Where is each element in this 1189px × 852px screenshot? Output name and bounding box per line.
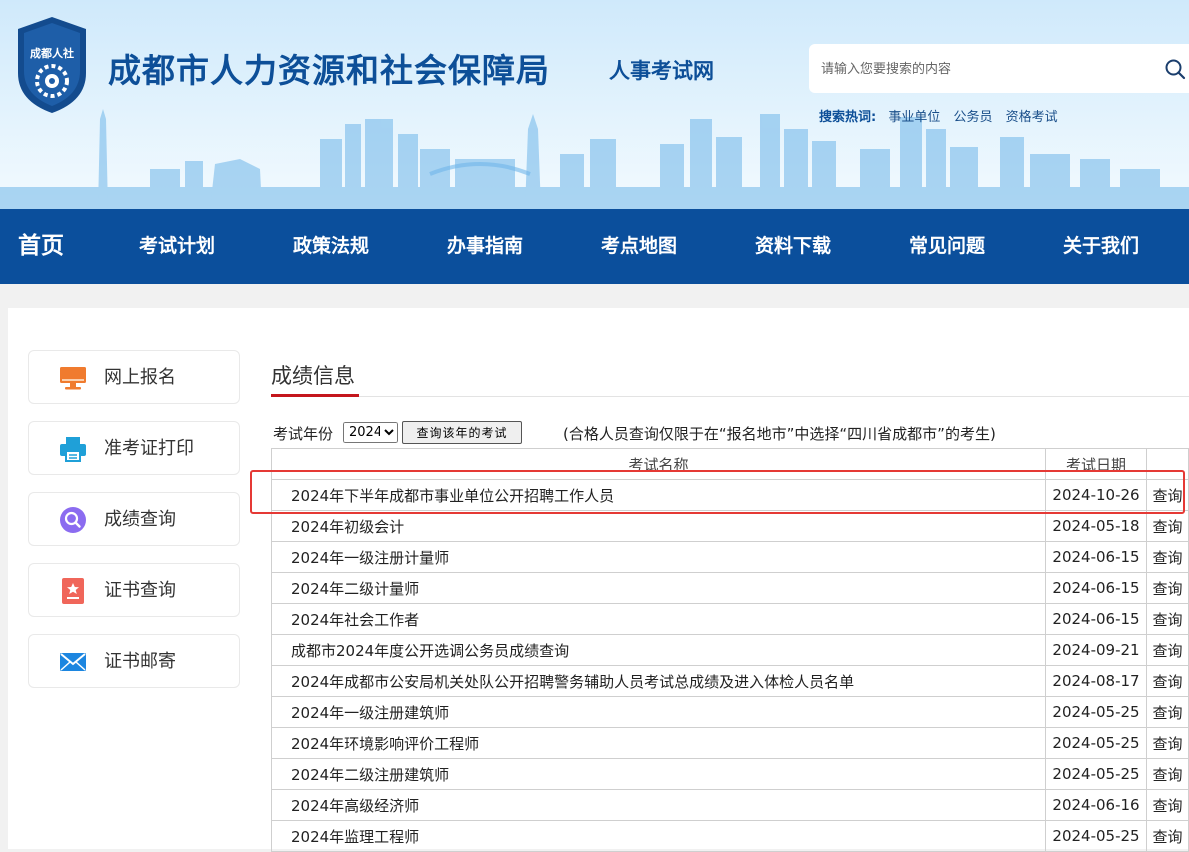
nav-item-guide[interactable]: 办事指南 — [447, 209, 523, 284]
exam-date-cell: 2024-06-16 — [1045, 789, 1147, 821]
exam-date-cell: 2024-05-25 — [1045, 696, 1147, 728]
query-link[interactable]: 查询 — [1146, 665, 1189, 697]
search-icon — [60, 507, 86, 533]
search-input[interactable] — [819, 56, 1143, 82]
query-link[interactable]: 查询 — [1146, 696, 1189, 728]
divider — [359, 396, 1189, 397]
hot-word-link[interactable]: 资格考试 — [1006, 110, 1058, 125]
table-row: 2024年一级注册建筑师 2024-05-25 查询 — [271, 696, 1189, 728]
nav-item-exam-map[interactable]: 考点地图 — [601, 209, 677, 284]
year-select[interactable]: 2024 — [343, 422, 398, 443]
highlight-box — [250, 470, 1185, 514]
nav-item-about[interactable]: 关于我们 — [1063, 209, 1139, 284]
exam-date-cell: 2024-05-25 — [1045, 727, 1147, 759]
table-row: 2024年二级注册建筑师 2024-05-25 查询 — [271, 758, 1189, 790]
query-link[interactable]: 查询 — [1146, 510, 1189, 542]
nav-item-policy[interactable]: 政策法规 — [293, 209, 369, 284]
query-link[interactable]: 查询 — [1146, 603, 1189, 635]
exam-date-cell: 2024-06-15 — [1045, 603, 1147, 635]
query-year-button[interactable]: 查询该年的考试 — [402, 421, 522, 444]
eligibility-note: (合格人员查询仅限于在“报名地市”中选择“四川省成都市”的考生) — [563, 425, 996, 443]
site-name: 人事考试网 — [609, 59, 714, 83]
query-link[interactable]: 查询 — [1146, 758, 1189, 790]
query-link[interactable]: 查询 — [1146, 634, 1189, 666]
exam-date-cell: 2024-06-15 — [1045, 572, 1147, 604]
exam-name-cell: 2024年环境影响评价工程师 — [271, 727, 1046, 759]
org-title: 成都市人力资源和社会保障局 — [108, 51, 550, 90]
sidebar-item-label: 成绩查询 — [104, 509, 176, 530]
certificate-icon — [62, 578, 84, 604]
section-title-underline — [271, 394, 359, 397]
nav-item-exam-plan[interactable]: 考试计划 — [139, 209, 215, 284]
query-link[interactable]: 查询 — [1146, 789, 1189, 821]
table-row: 2024年成都市公安局机关处队公开招聘警务辅助人员考试总成绩及进入体检人员名单 … — [271, 665, 1189, 697]
exam-name-cell: 2024年初级会计 — [271, 510, 1046, 542]
table-row: 2024年一级注册计量师 2024-06-15 查询 — [271, 541, 1189, 573]
exam-name-cell: 2024年监理工程师 — [271, 820, 1046, 852]
query-link[interactable]: 查询 — [1146, 572, 1189, 604]
search-icon[interactable] — [1164, 58, 1186, 80]
exam-name-cell: 2024年二级注册建筑师 — [271, 758, 1046, 790]
exam-name-cell: 2024年成都市公安局机关处队公开招聘警务辅助人员考试总成绩及进入体检人员名单 — [271, 665, 1046, 697]
exam-name-cell: 2024年一级注册计量师 — [271, 541, 1046, 573]
table-row: 2024年初级会计 2024-05-18 查询 — [271, 510, 1189, 542]
site-header: 成都人社 成都市人力资源和社会保障局 人事考试网 搜索热词: 事业单位 公务员 … — [0, 0, 1189, 209]
nav-item-home[interactable]: 首页 — [18, 209, 64, 284]
svg-text:成都人社: 成都人社 — [30, 46, 74, 60]
year-filter-label: 考试年份 — [273, 425, 334, 443]
sidebar-item-label: 证书邮寄 — [104, 651, 176, 672]
hot-words: 搜索热词: 事业单位 公务员 资格考试 — [819, 106, 1067, 125]
table-row: 2024年高级经济师 2024-06-16 查询 — [271, 789, 1189, 821]
exam-date-cell: 2024-05-18 — [1045, 510, 1147, 542]
table-row: 成都市2024年度公开选调公务员成绩查询 2024-09-21 查询 — [271, 634, 1189, 666]
table-row: 2024年监理工程师 2024-05-25 查询 — [271, 820, 1189, 852]
hot-word-link[interactable]: 事业单位 — [888, 110, 940, 125]
table-row: 2024年环境影响评价工程师 2024-05-25 查询 — [271, 727, 1189, 759]
exam-date-cell: 2024-08-17 — [1045, 665, 1147, 697]
sidebar-item-online-registration[interactable]: 网上报名 — [28, 350, 240, 404]
exam-name-cell: 2024年社会工作者 — [271, 603, 1046, 635]
monitor-icon — [60, 367, 86, 390]
exam-name-cell: 2024年高级经济师 — [271, 789, 1046, 821]
query-link[interactable]: 查询 — [1146, 820, 1189, 852]
hrss-logo[interactable]: 成都人社 — [14, 15, 90, 115]
exam-date-cell: 2024-09-21 — [1045, 634, 1147, 666]
section-title: 成绩信息 — [271, 364, 355, 388]
nav-item-downloads[interactable]: 资料下载 — [755, 209, 831, 284]
exam-name-cell: 成都市2024年度公开选调公务员成绩查询 — [271, 634, 1046, 666]
exam-name-cell: 2024年一级注册建筑师 — [271, 696, 1046, 728]
query-link[interactable]: 查询 — [1146, 541, 1189, 573]
mail-icon — [60, 653, 86, 671]
sidebar-item-certificate-mail[interactable]: 证书邮寄 — [28, 634, 240, 688]
exam-name-cell: 2024年二级计量师 — [271, 572, 1046, 604]
main-nav: 首页 考试计划 政策法规 办事指南 考点地图 资料下载 常见问题 关于我们 — [0, 209, 1189, 284]
sidebar-item-admission-print[interactable]: 准考证打印 — [28, 421, 240, 475]
exam-date-cell: 2024-05-25 — [1045, 758, 1147, 790]
hot-word-link[interactable]: 公务员 — [954, 110, 993, 125]
query-link[interactable]: 查询 — [1146, 727, 1189, 759]
sidebar-item-certificate-query[interactable]: 证书查询 — [28, 563, 240, 617]
sidebar-item-score-query[interactable]: 成绩查询 — [28, 492, 240, 546]
hot-words-label: 搜索热词: — [819, 110, 877, 125]
exam-date-cell: 2024-05-25 — [1045, 820, 1147, 852]
nav-item-faq[interactable]: 常见问题 — [909, 209, 985, 284]
exam-date-cell: 2024-06-15 — [1045, 541, 1147, 573]
sidebar-item-label: 网上报名 — [104, 367, 176, 388]
table-row: 2024年二级计量师 2024-06-15 查询 — [271, 572, 1189, 604]
sidebar-item-label: 证书查询 — [104, 580, 176, 601]
sidebar-item-label: 准考证打印 — [104, 438, 194, 459]
printer-icon — [60, 437, 86, 462]
search-box — [809, 44, 1189, 93]
table-row: 2024年社会工作者 2024-06-15 查询 — [271, 603, 1189, 635]
